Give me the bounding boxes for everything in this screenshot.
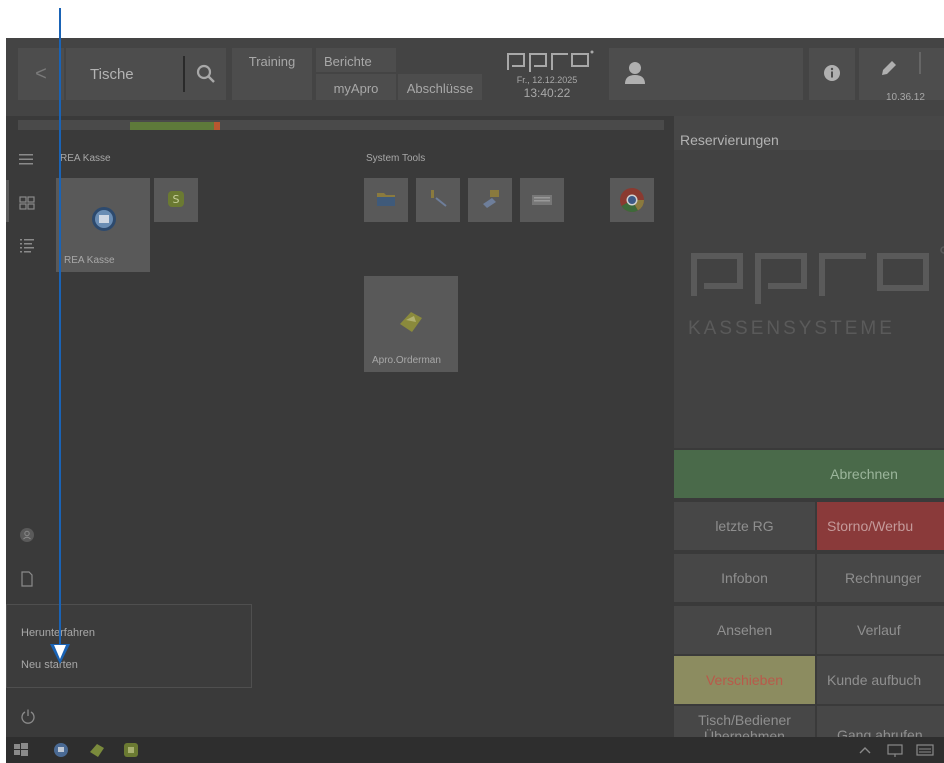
- orderman-taskbar-icon[interactable]: [88, 741, 106, 759]
- reports-button[interactable]: Berichte: [316, 48, 396, 72]
- list-view-icon[interactable]: [18, 236, 36, 254]
- infobon-button[interactable]: Infobon: [674, 554, 815, 602]
- active-table-tab[interactable]: [130, 122, 214, 130]
- app-taskbar-icon[interactable]: [122, 741, 140, 759]
- shutdown-menu-item[interactable]: Herunterfahren: [21, 627, 95, 639]
- divider: [919, 52, 921, 74]
- orderman-app-icon: [400, 312, 422, 332]
- info-button[interactable]: [809, 48, 855, 100]
- brand-subtitle: KASSENSYSTEME: [688, 318, 895, 339]
- tile-remote-tool[interactable]: [468, 178, 512, 222]
- group-label-rea-kasse: REA Kasse: [60, 153, 111, 164]
- tile-network-tool[interactable]: [416, 178, 460, 222]
- search-icon[interactable]: [194, 62, 218, 86]
- checkout-button[interactable]: Abrechnen: [674, 450, 944, 498]
- tile-s-app[interactable]: S: [154, 178, 198, 222]
- taskbar: [6, 737, 944, 763]
- training-button[interactable]: Training: [232, 48, 312, 100]
- annotation-arrow-line: [59, 8, 61, 644]
- version-label: 10.36.12: [886, 92, 925, 103]
- top-bar: < Tische Training Berichte myApro Abschl…: [6, 38, 944, 116]
- training-label: Training: [248, 54, 296, 69]
- closings-label: Abschlüsse: [406, 81, 474, 96]
- network-tool-icon: [431, 190, 447, 207]
- history-button[interactable]: Verlauf: [817, 606, 944, 654]
- keyboard-tray-icon[interactable]: [916, 741, 934, 759]
- power-options-menu: Herunterfahren Neu starten: [6, 604, 252, 688]
- windows-start-icon[interactable]: [12, 741, 30, 759]
- tile-keyboard-tool[interactable]: [520, 178, 564, 222]
- cash-register-app-icon: [92, 207, 116, 231]
- rea-kasse-taskbar-icon[interactable]: [52, 741, 70, 759]
- tile-apro-orderman[interactable]: Apro.Orderman: [364, 276, 458, 372]
- pencil-icon: [882, 61, 896, 75]
- chevron-up-icon[interactable]: [856, 741, 874, 759]
- annotation-arrow-head-inner: [54, 645, 66, 659]
- table-tabs-strip[interactable]: [18, 120, 664, 130]
- svg-text:S: S: [173, 193, 180, 206]
- myapro-label: myApro: [333, 81, 379, 96]
- tile-label: REA Kasse: [64, 255, 115, 266]
- hamburger-menu-icon[interactable]: [18, 150, 36, 168]
- button-line-1: Tisch/Bediener: [698, 712, 791, 728]
- tile-label: Apro.Orderman: [372, 355, 441, 366]
- tables-label: Tische: [90, 66, 134, 83]
- tab-badge: [214, 122, 220, 130]
- tiles-view-icon[interactable]: [18, 194, 36, 212]
- view-button[interactable]: Ansehen: [674, 606, 815, 654]
- active-rail-indicator: [6, 180, 9, 222]
- apro-brand-logo: [691, 246, 944, 304]
- tile-file-explorer[interactable]: [364, 178, 408, 222]
- s-app-icon: S: [168, 191, 184, 207]
- date-display: Fr., 12.12.2025: [516, 75, 578, 85]
- tile-rea-kasse[interactable]: REA Kasse: [56, 178, 150, 272]
- last-receipt-button[interactable]: letzte RG: [674, 502, 815, 550]
- remote-desktop-icon: [483, 190, 499, 208]
- chrome-icon: [620, 188, 644, 213]
- customer-booking-button[interactable]: Kunde aufbuch: [817, 656, 944, 704]
- back-button[interactable]: <: [18, 48, 64, 100]
- apro-logo: [507, 50, 594, 72]
- network-tray-icon[interactable]: [886, 741, 904, 759]
- group-label-system-tools: System Tools: [366, 153, 426, 164]
- myapro-button[interactable]: myApro: [316, 74, 396, 100]
- user-button[interactable]: [609, 48, 803, 100]
- tile-chrome[interactable]: [610, 178, 654, 222]
- user-account-icon[interactable]: [18, 526, 36, 544]
- info-icon: [824, 65, 840, 81]
- keyboard-icon: [532, 195, 552, 205]
- time-display: 13:40:22: [523, 86, 571, 100]
- folder-icon: [377, 193, 395, 206]
- tables-search-field[interactable]: Tische: [66, 48, 226, 100]
- move-button[interactable]: Verschieben: [674, 656, 815, 704]
- dimmed-app-window: < Tische Training Berichte myApro Abschl…: [6, 38, 944, 763]
- divider: [183, 56, 185, 92]
- power-icon[interactable]: [20, 708, 36, 724]
- closings-button[interactable]: Abschlüsse: [398, 74, 482, 100]
- invoices-button[interactable]: Rechnunger: [817, 554, 944, 602]
- user-icon: [625, 62, 645, 84]
- reservations-title: Reservierungen: [680, 132, 779, 148]
- reports-label: Berichte: [324, 54, 372, 69]
- storno-button[interactable]: Storno/Werbu: [817, 502, 944, 550]
- document-icon[interactable]: [18, 570, 36, 588]
